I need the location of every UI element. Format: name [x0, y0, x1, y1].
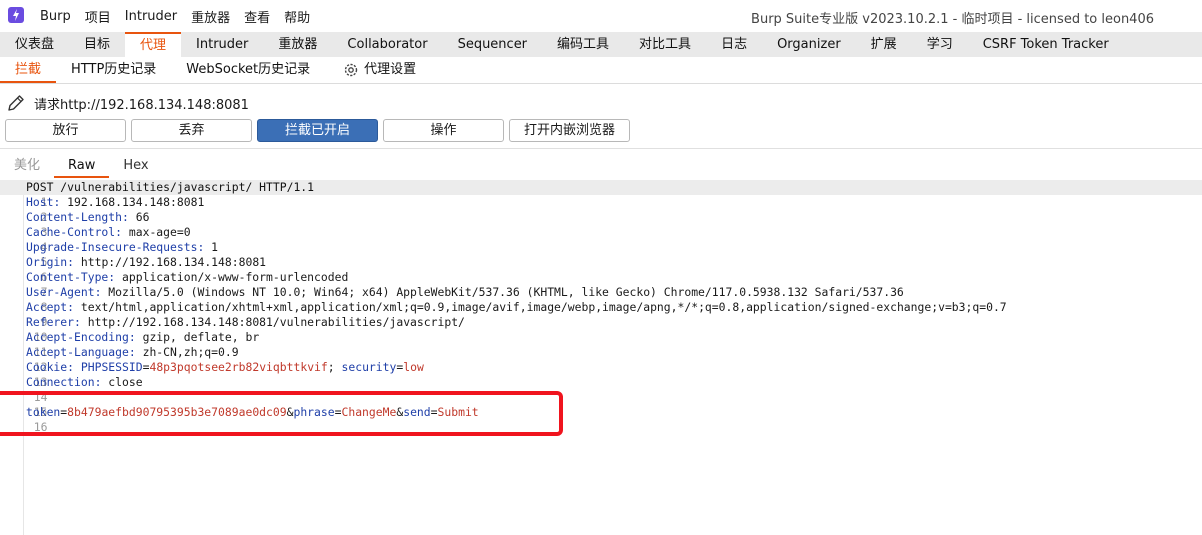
cookie-value: low	[403, 360, 424, 374]
header-value: application/x-www-form-urlencoded	[115, 270, 349, 284]
editor-line: 1 POST /vulnerabilities/javascript/ HTTP…	[0, 180, 1202, 209]
header-name: Cookie	[26, 360, 68, 374]
tab-collaborator[interactable]: Collaborator	[332, 32, 442, 57]
tab-csrf-token-tracker[interactable]: CSRF Token Tracker	[968, 32, 1124, 57]
header-name: User-Agent	[26, 285, 95, 299]
forward-button[interactable]: 放行	[5, 119, 126, 142]
header-name: Accept-Language	[26, 345, 129, 359]
editor-line: 2 Host: 192.168.134.148:8081	[26, 195, 205, 224]
tab-decoder[interactable]: 编码工具	[542, 32, 624, 57]
header-name: Accept-Encoding	[26, 330, 129, 344]
menu-burp[interactable]: Burp	[40, 9, 71, 24]
header-name: Content-Type	[26, 270, 109, 284]
menu-repeater[interactable]: 重放器	[191, 7, 230, 26]
header-value: 1	[204, 240, 219, 254]
editor-line: 8 User-Agent: Mozilla/5.0 (Windows NT 10…	[26, 285, 904, 314]
header-value: 66	[128, 210, 150, 224]
title-bar: Burp 项目 Intruder 重放器 查看 帮助 Burp Suite专业版…	[0, 0, 1202, 32]
request-line: POST /vulnerabilities/javascript/ HTTP/1…	[26, 180, 315, 194]
header-value: Mozilla/5.0 (Windows NT 10.0; Win64; x64…	[101, 285, 904, 299]
tab-organizer[interactable]: Organizer	[762, 32, 856, 57]
header-name: Origin	[26, 255, 68, 269]
tab-learn[interactable]: 学习	[912, 32, 968, 57]
header-value: 192.168.134.148:8081	[60, 195, 205, 209]
menu-view[interactable]: 查看	[244, 7, 270, 26]
proxy-sub-tabs: 拦截 HTTP历史记录 WebSocket历史记录 代理设置	[0, 57, 1202, 84]
tab-pretty[interactable]: 美化	[0, 154, 54, 178]
intercept-toggle-button[interactable]: 拦截已开启	[257, 119, 378, 142]
tab-proxy[interactable]: 代理	[125, 32, 182, 57]
header-value: http://192.168.134.148:8081	[74, 255, 267, 269]
tab-raw[interactable]: Raw	[54, 154, 110, 178]
tab-hex[interactable]: Hex	[109, 154, 162, 178]
menu-help[interactable]: 帮助	[284, 7, 310, 26]
editor-line: 4 Cache-Control: max-age=0	[26, 225, 191, 254]
header-value: http://192.168.134.148:8081/vulnerabilit…	[80, 315, 465, 329]
proxy-settings-button[interactable]: 代理设置	[325, 57, 431, 83]
pencil-icon	[8, 95, 24, 111]
window-title: Burp Suite专业版 v2023.10.2.1 - 临时项目 - lice…	[751, 12, 1154, 27]
editor-line: 12 Accept-Language: zh-CN,zh;q=0.9	[26, 345, 239, 374]
header-value: zh-CN,zh;q=0.9	[135, 345, 239, 359]
cookie-value: 48p3pqotsee2rb82viqbttkvif	[149, 360, 328, 374]
header-name: Cache-Control	[26, 225, 116, 239]
gear-icon	[344, 63, 358, 77]
action-button[interactable]: 操作	[383, 119, 504, 142]
tab-dashboard[interactable]: 仪表盘	[0, 32, 69, 57]
header-value: text/html,application/xhtml+xml,applicat…	[74, 300, 1007, 314]
cookie-key: PHPSESSID	[80, 360, 143, 374]
header-name: Upgrade-Insecure-Requests	[26, 240, 198, 254]
tab-comparer[interactable]: 对比工具	[624, 32, 706, 57]
header-name: Referer	[26, 315, 75, 329]
editor-line: 14 Connection: close	[26, 375, 143, 404]
intercept-toolbar: 放行 丢弃 拦截已开启 操作 打开内嵌浏览器	[5, 119, 630, 142]
tab-repeater[interactable]: 重放器	[263, 32, 332, 57]
tab-extensions[interactable]: 扩展	[856, 32, 912, 57]
request-target: 请求http://192.168.134.148:8081	[6, 93, 249, 113]
header-name: Host	[26, 195, 54, 209]
header-name: Connection	[26, 375, 95, 389]
message-view-tabs: 美化 Raw Hex	[0, 153, 163, 179]
proxy-settings-label: 代理设置	[364, 62, 417, 77]
editor-line: 10 Referer: http://192.168.134.148:8081/…	[26, 315, 465, 344]
tab-target[interactable]: 目标	[69, 32, 125, 57]
editor-line: 13 Cookie: PHPSESSID=48p3pqotsee2rb82viq…	[26, 360, 424, 389]
divider	[0, 148, 1202, 149]
menu-intruder[interactable]: Intruder	[125, 9, 177, 24]
editor-line: 11 Accept-Encoding: gzip, deflate, br	[26, 330, 260, 359]
header-value: max-age=0	[122, 225, 191, 239]
tab-http-history[interactable]: HTTP历史记录	[56, 57, 171, 83]
tab-logger[interactable]: 日志	[706, 32, 762, 57]
request-editor[interactable]: 1 POST /vulnerabilities/javascript/ HTTP…	[0, 180, 1202, 535]
editor-line: 3 Content-Length: 66	[26, 210, 150, 239]
tab-sequencer[interactable]: Sequencer	[443, 32, 542, 57]
open-browser-button[interactable]: 打开内嵌浏览器	[509, 119, 630, 142]
tab-websocket-history[interactable]: WebSocket历史记录	[171, 57, 325, 83]
tab-intruder[interactable]: Intruder	[181, 32, 263, 57]
menu-project[interactable]: 项目	[85, 7, 111, 26]
editor-line: 5 Upgrade-Insecure-Requests: 1	[26, 240, 219, 269]
editor-line: 6 Origin: http://192.168.134.148:8081	[26, 255, 267, 284]
highlight-annotation-box	[0, 391, 563, 436]
menu-bar: Burp 项目 Intruder 重放器 查看 帮助	[40, 0, 324, 32]
header-name: Content-Length	[26, 210, 123, 224]
header-value: gzip, deflate, br	[135, 330, 260, 344]
editor-line: 7 Content-Type: application/x-www-form-u…	[26, 270, 349, 299]
header-name: Accept	[26, 300, 68, 314]
cookie-key: security	[341, 360, 397, 374]
drop-button[interactable]: 丢弃	[131, 119, 252, 142]
editor-line: 9 Accept: text/html,application/xhtml+xm…	[26, 300, 1007, 329]
request-target-label: 请求http://192.168.134.148:8081	[34, 97, 249, 113]
tab-intercept[interactable]: 拦截	[0, 57, 57, 83]
main-tabs: 仪表盘 目标 代理 Intruder 重放器 Collaborator Sequ…	[0, 32, 1202, 57]
burp-logo-icon	[8, 7, 24, 23]
header-value: close	[101, 375, 143, 389]
